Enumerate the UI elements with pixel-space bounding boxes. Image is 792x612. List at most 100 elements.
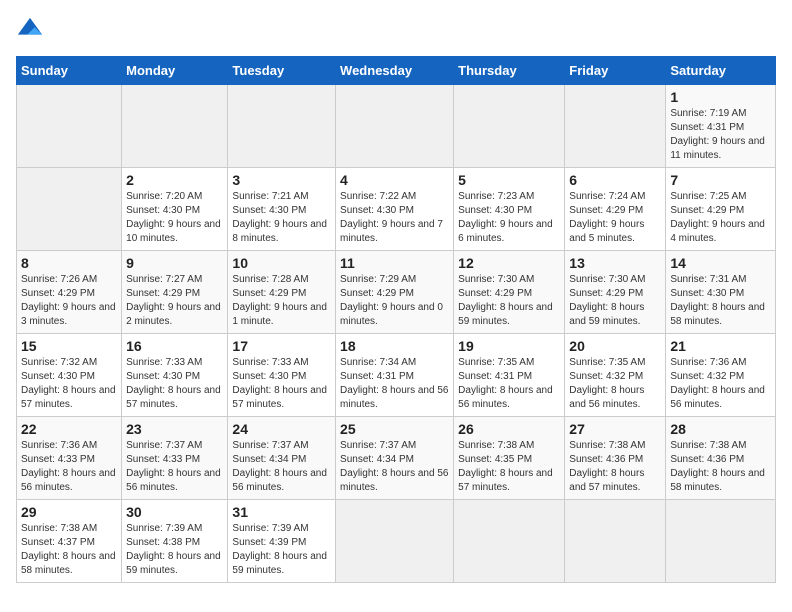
day-number: 1	[670, 89, 771, 105]
column-header-sunday: Sunday	[17, 57, 122, 85]
day-info: Sunrise: 7:19 AMSunset: 4:31 PMDaylight:…	[670, 107, 771, 163]
day-info: Sunrise: 7:37 AMSunset: 4:34 PMDaylight:…	[232, 439, 331, 495]
day-number: 10	[232, 255, 331, 271]
calendar-day-cell: 11 Sunrise: 7:29 AMSunset: 4:29 PMDayligh…	[336, 251, 454, 334]
calendar-day-cell: 20Sunrise: 7:35 AMSunset: 4:32 PMDayligh…	[565, 334, 666, 417]
day-info: Sunrise: 7:36 AMSunset: 4:32 PMDaylight:…	[670, 356, 771, 412]
calendar-day-cell: 31 Sunrise: 7:39 AMSunset: 4:39 PMDayligh…	[228, 500, 336, 583]
day-info: Sunrise: 7:27 AMSunset: 4:29 PMDaylight:…	[126, 273, 223, 329]
day-info: Sunrise: 7:32 AMSunset: 4:30 PMDaylight:…	[21, 356, 117, 412]
calendar-day-cell: 30 Sunrise: 7:39 AMSunset: 4:38 PMDayligh…	[122, 500, 228, 583]
logo	[16, 16, 48, 44]
day-info: Sunrise: 7:36 AMSunset: 4:33 PMDaylight:…	[21, 439, 117, 495]
calendar-week-row: 29 Sunrise: 7:38 AMSunset: 4:37 PMDayligh…	[17, 500, 776, 583]
day-number: 3	[232, 172, 331, 188]
day-number: 17	[232, 338, 331, 354]
day-info: Sunrise: 7:25 AMSunset: 4:29 PMDaylight:…	[670, 190, 771, 246]
day-number: 2	[126, 172, 223, 188]
calendar-day-cell: 15 Sunrise: 7:32 AMSunset: 4:30 PMDayligh…	[17, 334, 122, 417]
day-info: Sunrise: 7:29 AMSunset: 4:29 PMDaylight:…	[340, 273, 449, 329]
day-info: Sunrise: 7:39 AMSunset: 4:38 PMDaylight:…	[126, 522, 223, 578]
day-info: Sunrise: 7:33 AMSunset: 4:30 PMDaylight:…	[232, 356, 331, 412]
calendar-day-cell	[666, 500, 776, 583]
day-number: 31	[232, 504, 331, 520]
calendar-week-row: 2 Sunrise: 7:20 AMSunset: 4:30 PMDaylight…	[17, 168, 776, 251]
calendar-day-cell	[565, 500, 666, 583]
column-header-monday: Monday	[122, 57, 228, 85]
day-number: 27	[569, 421, 661, 437]
day-number: 23	[126, 421, 223, 437]
calendar-day-cell: 18 Sunrise: 7:34 AMSunset: 4:31 PMDayligh…	[336, 334, 454, 417]
day-number: 21	[670, 338, 771, 354]
day-info: Sunrise: 7:24 AMSunset: 4:29 PMDaylight:…	[569, 190, 661, 246]
calendar-day-cell: 2 Sunrise: 7:20 AMSunset: 4:30 PMDaylight…	[122, 168, 228, 251]
day-number: 4	[340, 172, 449, 188]
calendar-day-cell: 16Sunrise: 7:33 AMSunset: 4:30 PMDayligh…	[122, 334, 228, 417]
day-number: 19	[458, 338, 560, 354]
calendar-table: SundayMondayTuesdayWednesdayThursdayFrid…	[16, 56, 776, 583]
day-number: 24	[232, 421, 331, 437]
day-info: Sunrise: 7:26 AMSunset: 4:29 PMDaylight:…	[21, 273, 117, 329]
day-info: Sunrise: 7:35 AMSunset: 4:31 PMDaylight:…	[458, 356, 560, 412]
calendar-day-cell: 3 Sunrise: 7:21 AMSunset: 4:30 PMDaylight…	[228, 168, 336, 251]
column-header-saturday: Saturday	[666, 57, 776, 85]
calendar-day-cell: 12 Sunrise: 7:30 AMSunset: 4:29 PMDayligh…	[454, 251, 565, 334]
calendar-day-cell: 19 Sunrise: 7:35 AMSunset: 4:31 PMDayligh…	[454, 334, 565, 417]
calendar-day-cell	[17, 85, 122, 168]
calendar-week-row: 8 Sunrise: 7:26 AMSunset: 4:29 PMDaylight…	[17, 251, 776, 334]
calendar-day-cell: 22 Sunrise: 7:36 AMSunset: 4:33 PMDayligh…	[17, 417, 122, 500]
calendar-day-cell: 9Sunrise: 7:27 AMSunset: 4:29 PMDaylight…	[122, 251, 228, 334]
day-info: Sunrise: 7:34 AMSunset: 4:31 PMDaylight:…	[340, 356, 449, 412]
day-info: Sunrise: 7:23 AMSunset: 4:30 PMDaylight:…	[458, 190, 560, 246]
calendar-day-cell: 10 Sunrise: 7:28 AMSunset: 4:29 PMDayligh…	[228, 251, 336, 334]
day-info: Sunrise: 7:22 AMSunset: 4:30 PMDaylight:…	[340, 190, 449, 246]
day-number: 25	[340, 421, 449, 437]
column-header-thursday: Thursday	[454, 57, 565, 85]
calendar-day-cell: 8 Sunrise: 7:26 AMSunset: 4:29 PMDaylight…	[17, 251, 122, 334]
day-info: Sunrise: 7:31 AMSunset: 4:30 PMDaylight:…	[670, 273, 771, 329]
calendar-day-cell: 27Sunrise: 7:38 AMSunset: 4:36 PMDayligh…	[565, 417, 666, 500]
calendar-day-cell	[17, 168, 122, 251]
calendar-day-cell: 28Sunrise: 7:38 AMSunset: 4:36 PMDayligh…	[666, 417, 776, 500]
day-info: Sunrise: 7:37 AMSunset: 4:34 PMDaylight:…	[340, 439, 449, 495]
day-info: Sunrise: 7:20 AMSunset: 4:30 PMDaylight:…	[126, 190, 223, 246]
day-info: Sunrise: 7:30 AMSunset: 4:29 PMDaylight:…	[458, 273, 560, 329]
calendar-day-cell	[336, 500, 454, 583]
day-info: Sunrise: 7:21 AMSunset: 4:30 PMDaylight:…	[232, 190, 331, 246]
day-number: 29	[21, 504, 117, 520]
day-info: Sunrise: 7:39 AMSunset: 4:39 PMDaylight:…	[232, 522, 331, 578]
day-number: 30	[126, 504, 223, 520]
calendar-day-cell	[336, 85, 454, 168]
calendar-day-cell: 17 Sunrise: 7:33 AMSunset: 4:30 PMDayligh…	[228, 334, 336, 417]
column-header-tuesday: Tuesday	[228, 57, 336, 85]
column-header-friday: Friday	[565, 57, 666, 85]
day-info: Sunrise: 7:38 AMSunset: 4:37 PMDaylight:…	[21, 522, 117, 578]
day-number: 11	[340, 255, 449, 271]
day-info: Sunrise: 7:33 AMSunset: 4:30 PMDaylight:…	[126, 356, 223, 412]
calendar-day-cell: 5Sunrise: 7:23 AMSunset: 4:30 PMDaylight…	[454, 168, 565, 251]
day-info: Sunrise: 7:38 AMSunset: 4:36 PMDaylight:…	[670, 439, 771, 495]
day-number: 8	[21, 255, 117, 271]
calendar-day-cell: 29 Sunrise: 7:38 AMSunset: 4:37 PMDayligh…	[17, 500, 122, 583]
day-number: 14	[670, 255, 771, 271]
calendar-day-cell: 7Sunrise: 7:25 AMSunset: 4:29 PMDaylight…	[666, 168, 776, 251]
day-number: 15	[21, 338, 117, 354]
calendar-day-cell	[454, 500, 565, 583]
calendar-day-cell: 6Sunrise: 7:24 AMSunset: 4:29 PMDaylight…	[565, 168, 666, 251]
calendar-day-cell: 13Sunrise: 7:30 AMSunset: 4:29 PMDayligh…	[565, 251, 666, 334]
day-info: Sunrise: 7:35 AMSunset: 4:32 PMDaylight:…	[569, 356, 661, 412]
calendar-header-row: SundayMondayTuesdayWednesdayThursdayFrid…	[17, 57, 776, 85]
calendar-day-cell: 25 Sunrise: 7:37 AMSunset: 4:34 PMDayligh…	[336, 417, 454, 500]
calendar-week-row: 22 Sunrise: 7:36 AMSunset: 4:33 PMDayligh…	[17, 417, 776, 500]
calendar-day-cell: 4 Sunrise: 7:22 AMSunset: 4:30 PMDaylight…	[336, 168, 454, 251]
column-header-wednesday: Wednesday	[336, 57, 454, 85]
calendar-day-cell: 1 Sunrise: 7:19 AMSunset: 4:31 PMDaylight…	[666, 85, 776, 168]
calendar-week-row: 1 Sunrise: 7:19 AMSunset: 4:31 PMDaylight…	[17, 85, 776, 168]
calendar-day-cell: 26Sunrise: 7:38 AMSunset: 4:35 PMDayligh…	[454, 417, 565, 500]
day-number: 18	[340, 338, 449, 354]
calendar-day-cell	[565, 85, 666, 168]
day-number: 12	[458, 255, 560, 271]
day-number: 22	[21, 421, 117, 437]
logo-icon	[16, 16, 44, 44]
day-info: Sunrise: 7:28 AMSunset: 4:29 PMDaylight:…	[232, 273, 331, 329]
